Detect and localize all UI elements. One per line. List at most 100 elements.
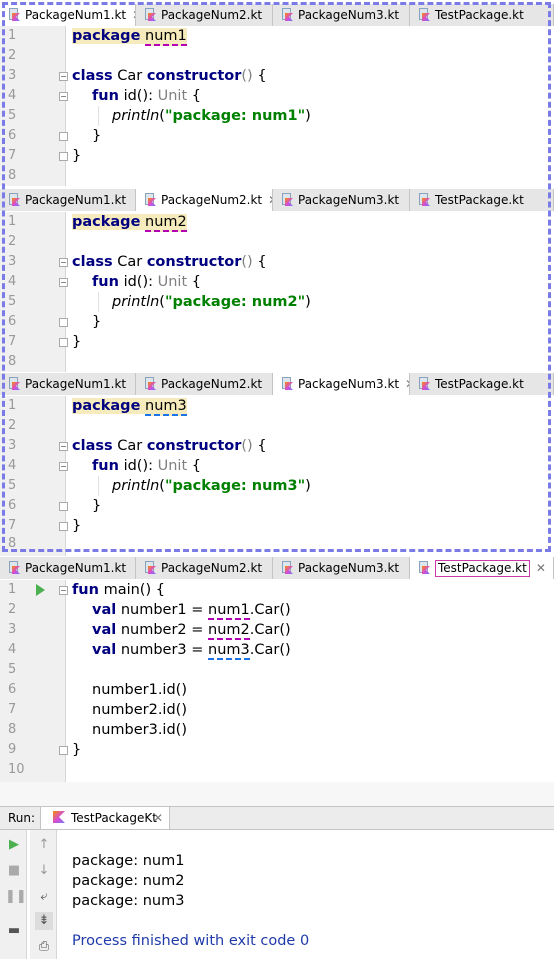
code-line-3: class Car constructor() { [72, 254, 267, 270]
line-number: 7 [8, 148, 17, 163]
down-arrow-icon[interactable]: ↓ [35, 862, 53, 880]
code-line-6: } [92, 498, 102, 514]
tab-label: TestPackage.kt [435, 377, 524, 391]
rerun-icon[interactable]: ▶ [5, 836, 23, 854]
code-line-4: fun id(): Unit { [92, 88, 201, 104]
tab-testpackage[interactable]: TestPackage.kt [410, 4, 554, 26]
close-icon[interactable]: ✕ [536, 561, 546, 575]
line-number: 2 [8, 48, 17, 63]
ide-window: PackageNum1.kt ✕ PackageNum2.kt PackageN… [0, 0, 554, 959]
code-line-8: number3.id() [92, 722, 187, 738]
up-arrow-icon[interactable]: ↑ [35, 836, 53, 854]
fold-icon[interactable] [59, 132, 68, 141]
line-number: 8 [8, 354, 17, 369]
kotlin-file-icon [418, 377, 430, 391]
close-icon[interactable]: ✕ [153, 811, 163, 825]
tab-label: PackageNum1.kt [25, 193, 127, 207]
fold-icon[interactable] [59, 746, 68, 755]
line-number: 4 [8, 88, 17, 103]
package-name: num1 [145, 28, 187, 46]
line-number: 7 [8, 518, 17, 533]
kotlin-file-icon [418, 8, 430, 22]
editor-testpackage[interactable]: 1 fun main() { 2 val number1 = num1.Car(… [0, 580, 554, 782]
scroll-to-end-icon[interactable]: ⇟ [35, 912, 53, 930]
code-line-4: fun id(): Unit { [92, 458, 201, 474]
tab-packagenum2[interactable]: PackageNum2.kt [136, 557, 273, 579]
line-number: 3 [8, 438, 17, 453]
tab-packagenum3[interactable]: PackageNum3.kt [273, 4, 410, 26]
tab-packagenum1[interactable]: PackageNum1.kt [0, 557, 136, 579]
tab-testpackage[interactable]: TestPackage.kt [410, 373, 554, 395]
fold-icon[interactable] [59, 502, 68, 511]
line-number: 5 [8, 478, 17, 493]
run-panel-header: Run: TestPackageKt ✕ [0, 806, 554, 830]
fold-icon[interactable] [59, 318, 68, 327]
code-line-1: fun main() { [72, 582, 165, 598]
fold-icon[interactable] [59, 338, 68, 347]
tab-label: PackageNum3.kt [298, 193, 400, 207]
fold-icon[interactable] [59, 152, 68, 161]
line-number: 4 [8, 642, 17, 657]
pause-icon[interactable]: ❚❚ [5, 888, 27, 906]
tab-label: PackageNum3.kt [298, 561, 400, 575]
kotlin-file-icon [8, 377, 20, 391]
editor-tabbar-2: PackageNum1.kt PackageNum2.kt ✕ PackageN… [0, 189, 554, 211]
line-number: 5 [8, 662, 17, 677]
kotlin-file-icon [144, 193, 156, 207]
fold-icon[interactable] [59, 442, 68, 451]
tab-packagenum3[interactable]: PackageNum3.kt ✕ [273, 373, 410, 395]
tab-testpackage[interactable]: TestPackage.kt [410, 189, 554, 211]
line-number: 8 [8, 722, 17, 737]
editor-tabbar-4: PackageNum1.kt PackageNum2.kt PackageNum… [0, 557, 554, 579]
line-number: 6 [8, 128, 17, 143]
kotlin-file-icon [144, 8, 156, 22]
kotlin-file-icon [144, 561, 156, 575]
layout-icon[interactable]: ▬ [5, 922, 23, 940]
fold-icon[interactable] [59, 258, 68, 267]
line-number: 4 [8, 274, 17, 289]
fold-icon[interactable] [59, 462, 68, 471]
line-number: 1 [8, 28, 17, 43]
code-line-6: } [92, 128, 102, 144]
tab-packagenum2[interactable]: PackageNum2.kt ✕ [136, 189, 273, 211]
editor-tabbar-1: PackageNum1.kt ✕ PackageNum2.kt PackageN… [0, 4, 554, 26]
tab-label: PackageNum2.kt [161, 561, 263, 575]
tab-packagenum1[interactable]: PackageNum1.kt [0, 373, 136, 395]
fold-icon[interactable] [59, 586, 68, 595]
tab-packagenum1[interactable]: PackageNum1.kt ✕ [0, 4, 136, 26]
line-number: 10 [8, 762, 25, 777]
code-line-4: val number3 = num3.Car() [92, 642, 291, 660]
fold-icon[interactable] [59, 92, 68, 101]
editor-packagenum2[interactable]: 1 package num2 2 3 class Car constructor… [0, 212, 554, 372]
line-number: 5 [8, 294, 17, 309]
code-line-5: println("package: num2") [112, 294, 311, 310]
run-config-tab[interactable]: TestPackageKt ✕ [40, 807, 170, 829]
editor-packagenum3[interactable]: 1 package num3 2 3 class Car constructor… [0, 396, 554, 556]
code-line-7: number2.id() [92, 702, 187, 718]
line-number: 6 [8, 314, 17, 329]
code-line-6: } [92, 314, 102, 330]
soft-wrap-icon[interactable]: ⤶ [35, 888, 53, 906]
tab-packagenum2[interactable]: PackageNum2.kt [136, 373, 273, 395]
editor-packagenum1[interactable]: 1 package num1 2 3 class Car constructor… [0, 26, 554, 186]
tab-packagenum2[interactable]: PackageNum2.kt [136, 4, 273, 26]
code-line-1: package num1 [72, 28, 187, 46]
fold-icon[interactable] [59, 522, 68, 531]
tab-packagenum3[interactable]: PackageNum3.kt [273, 557, 410, 579]
editor-bottom-spacer [0, 782, 554, 806]
run-gutter-icon[interactable] [36, 584, 45, 596]
code-line-7: } [72, 148, 82, 164]
line-number: 6 [8, 682, 17, 697]
run-toolbar-right: ↑ ↓ ⤶ ⇟ ⎙ [30, 830, 57, 959]
code-line-3: class Car constructor() { [72, 438, 267, 454]
tab-testpackage[interactable]: TestPackage.kt ✕ [410, 557, 554, 579]
run-toolbar-left: ▶ ■ ❚❚ ▬ [0, 830, 27, 959]
tab-packagenum3[interactable]: PackageNum3.kt [273, 189, 410, 211]
code-line-7: } [72, 518, 82, 534]
fold-icon[interactable] [59, 72, 68, 81]
stop-icon[interactable]: ■ [5, 862, 23, 880]
print-icon[interactable]: ⎙ [35, 938, 53, 956]
line-number: 7 [8, 334, 17, 349]
fold-icon[interactable] [59, 278, 68, 287]
tab-packagenum1[interactable]: PackageNum1.kt [0, 189, 136, 211]
